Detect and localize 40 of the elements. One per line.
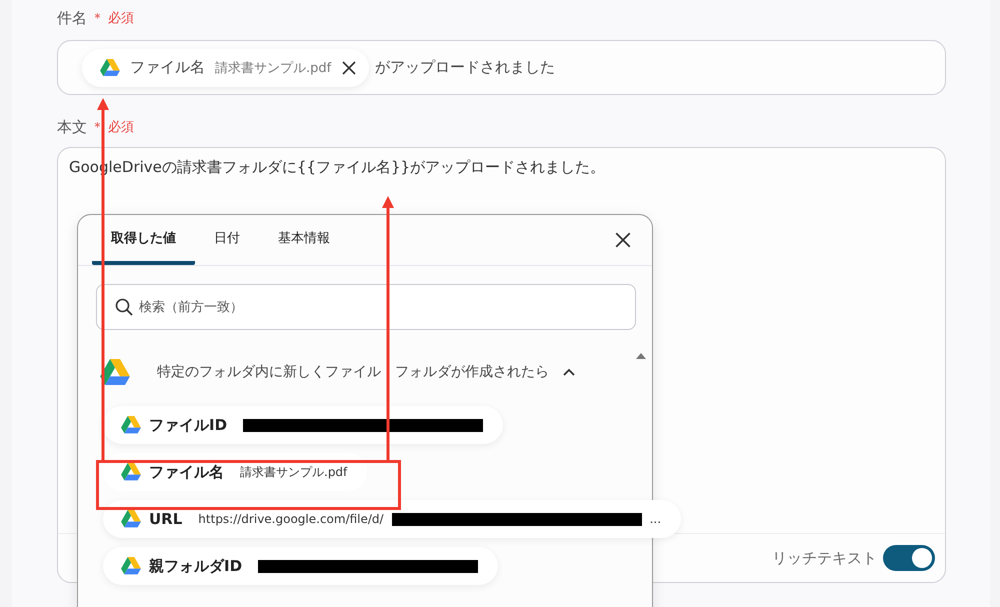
variable-item[interactable]: 親フォルダID xyxy=(103,547,498,585)
item-value: 請求書サンプル.pdf xyxy=(240,464,348,480)
drive-icon xyxy=(121,416,141,434)
close-icon xyxy=(614,231,632,249)
collapse-icon[interactable] xyxy=(563,368,575,376)
close-icon xyxy=(341,60,358,76)
required-text: 必須 xyxy=(108,119,134,136)
subject-text: がアップロードされました xyxy=(375,58,556,77)
group-title: 特定のフォルダ内に新しくファイル xyxy=(157,363,381,381)
field-label: 件名 xyxy=(57,8,87,28)
chip-value: 請求書サンプル.pdf xyxy=(215,60,332,76)
tab[interactable]: 取得した値 xyxy=(92,215,195,265)
chip-label: ファイル名 xyxy=(130,58,205,77)
tab[interactable]: 基本情報 xyxy=(259,215,349,265)
drive-icon xyxy=(100,58,120,76)
required-mark: ＊ xyxy=(91,119,104,136)
drive-icon xyxy=(100,358,130,386)
item-label: 親フォルダID xyxy=(149,556,242,576)
subject-field[interactable]: ファイル名 請求書サンプル.pdf がアップロードされました xyxy=(57,40,946,95)
drive-icon xyxy=(121,510,141,528)
scroll-up-icon[interactable] xyxy=(636,353,646,359)
item-value: ... xyxy=(650,512,662,526)
item-value: https://drive.google.com/file/d/ xyxy=(198,512,384,526)
required-mark: ＊ xyxy=(91,10,104,27)
field-label: 本文 xyxy=(57,118,87,136)
variable-item[interactable]: ファイルID xyxy=(103,406,504,444)
required-text: 必須 xyxy=(108,10,134,27)
toggle-label: リッチテキスト xyxy=(772,548,877,568)
drive-icon xyxy=(121,557,141,575)
item-label: ファイルID xyxy=(149,416,228,434)
tab[interactable]: 日付 xyxy=(195,215,259,265)
search-icon xyxy=(115,298,133,316)
group-title: フォルダが作成されたら xyxy=(395,363,549,381)
remove-button[interactable] xyxy=(341,60,358,76)
item-label: URL xyxy=(149,510,182,528)
variable-item[interactable]: URL https://drive.google.com/file/d/ ... xyxy=(103,500,682,538)
variable-chip[interactable]: ファイル名 請求書サンプル.pdf xyxy=(82,48,370,86)
drive-icon xyxy=(121,463,141,481)
rich-text-toggle[interactable] xyxy=(883,545,935,571)
item-label: ファイル名 xyxy=(149,462,224,482)
